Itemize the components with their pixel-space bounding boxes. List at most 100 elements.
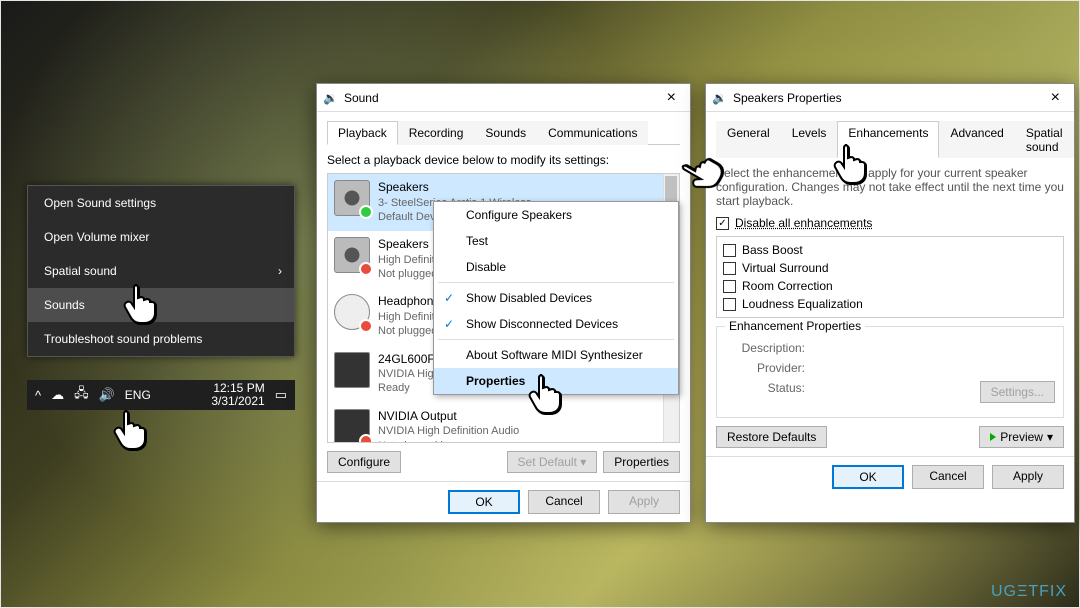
tab-playback[interactable]: Playback (327, 121, 398, 145)
device-sub: NVIDIA High Definition Audio (378, 424, 673, 438)
volume-icon[interactable]: 🔊 (99, 387, 115, 403)
titlebar: 🔉 Speakers Properties × (706, 84, 1074, 112)
disable-all-row[interactable]: ✓ Disable all enhancements (716, 214, 1064, 232)
apply-button[interactable]: Apply (608, 490, 680, 514)
menu-item-open-sound-settings[interactable]: Open Sound settings (28, 186, 294, 220)
tab-levels[interactable]: Levels (781, 121, 838, 158)
chevron-right-icon: › (278, 264, 282, 278)
enh-loudness-eq[interactable]: Loudness Equalization (723, 295, 1057, 313)
provider-label: Provider: (725, 361, 805, 375)
tab-advanced[interactable]: Advanced (939, 121, 1014, 158)
checkbox-icon[interactable]: ✓ (716, 217, 729, 230)
properties-button[interactable]: Properties (603, 451, 680, 473)
enh-label: Bass Boost (742, 243, 803, 257)
properties-tabs: General Levels Enhancements Advanced Spa… (716, 120, 1064, 158)
speaker-icon (334, 180, 370, 216)
close-button[interactable]: × (1043, 89, 1068, 107)
apply-button[interactable]: Apply (992, 465, 1064, 489)
tab-general[interactable]: General (716, 121, 781, 158)
menu-label: Troubleshoot sound problems (44, 332, 202, 346)
settings-button[interactable]: Settings... (980, 381, 1055, 403)
configure-button[interactable]: Configure (327, 451, 401, 473)
playback-instruction: Select a playback device below to modify… (327, 153, 680, 167)
menu-item-open-volume-mixer[interactable]: Open Volume mixer (28, 220, 294, 254)
notifications-icon[interactable]: ▭ (275, 387, 287, 403)
cancel-button[interactable]: Cancel (528, 490, 600, 514)
menu-item-sounds[interactable]: Sounds (28, 288, 294, 322)
speaker-icon (334, 237, 370, 273)
ctx-show-disabled[interactable]: ✓ Show Disabled Devices (434, 285, 678, 311)
status-label: Status: (725, 381, 805, 403)
restore-defaults-button[interactable]: Restore Defaults (716, 426, 827, 448)
checkbox-icon[interactable] (723, 262, 736, 275)
error-badge-icon (359, 319, 373, 333)
window-title: Speakers Properties (733, 91, 1037, 105)
tab-spatial-sound[interactable]: Spatial sound (1015, 121, 1074, 158)
ctx-configure-speakers[interactable]: Configure Speakers (434, 202, 678, 228)
sound-tabs: Playback Recording Sounds Communications (327, 120, 680, 145)
headphones-icon (334, 294, 370, 330)
menu-label: Spatial sound (44, 264, 117, 278)
ok-button[interactable]: OK (448, 490, 520, 514)
enh-room-correction[interactable]: Room Correction (723, 277, 1057, 295)
enhancement-list: Bass Boost Virtual Surround Room Correct… (716, 236, 1064, 318)
speaker-icon: 🔉 (712, 91, 727, 105)
speakers-properties-dialog: 🔉 Speakers Properties × General Levels E… (705, 83, 1075, 523)
checkbox-icon[interactable] (723, 298, 736, 311)
tab-sounds[interactable]: Sounds (474, 121, 537, 145)
ctx-test[interactable]: Test (434, 228, 678, 254)
onedrive-icon[interactable]: ☁ (51, 387, 64, 403)
checkbox-icon[interactable] (723, 280, 736, 293)
ctx-label: Show Disconnected Devices (466, 317, 618, 331)
window-title: Sound (344, 91, 653, 105)
device-context-menu: Configure Speakers Test Disable ✓Show Di… (433, 201, 679, 395)
play-icon (990, 433, 996, 441)
watermark: UGΞTFIX (991, 583, 1067, 601)
enh-bass-boost[interactable]: Bass Boost (723, 241, 1057, 259)
enhancements-intro: Select the enhancements to apply for you… (716, 166, 1064, 208)
menu-label: Open Sound settings (44, 196, 156, 210)
cancel-button[interactable]: Cancel (912, 465, 984, 489)
close-button[interactable]: × (659, 89, 684, 107)
tab-communications[interactable]: Communications (537, 121, 648, 145)
ctx-disable[interactable]: Disable (434, 254, 678, 280)
preview-label: Preview (1000, 430, 1043, 444)
checkbox-icon[interactable] (723, 244, 736, 257)
menu-label: Open Volume mixer (44, 230, 149, 244)
ctx-properties[interactable]: Properties (434, 368, 678, 394)
check-icon: ✓ (444, 291, 454, 305)
device-row[interactable]: NVIDIA Output NVIDIA High Definition Aud… (328, 403, 679, 443)
tab-recording[interactable]: Recording (398, 121, 475, 145)
group-legend: Enhancement Properties (725, 319, 865, 333)
separator (438, 282, 674, 283)
tab-enhancements[interactable]: Enhancements (837, 121, 939, 158)
titlebar: 🔉 Sound × (317, 84, 690, 112)
menu-item-spatial-sound[interactable]: Spatial sound › (28, 254, 294, 288)
taskbar-clock[interactable]: 12:15 PM 3/31/2021 (211, 382, 264, 408)
ctx-label: Properties (466, 374, 525, 388)
device-status: Not plugged in (378, 439, 673, 443)
set-default-button[interactable]: Set Default ▾ (507, 451, 598, 473)
sound-tray-context-menu: Open Sound settings Open Volume mixer Sp… (27, 185, 295, 357)
ctx-label: Show Disabled Devices (466, 291, 592, 305)
ctx-about-midi[interactable]: About Software MIDI Synthesizer (434, 342, 678, 368)
clock-date: 3/31/2021 (211, 395, 264, 408)
menu-label: Sounds (44, 298, 85, 312)
chevron-up-icon[interactable]: ^ (35, 388, 41, 403)
enh-virtual-surround[interactable]: Virtual Surround (723, 259, 1057, 277)
network-icon[interactable]: 🖧 (74, 384, 89, 406)
ctx-show-disconnected[interactable]: ✓Show Disconnected Devices (434, 311, 678, 337)
device-name: Speakers (378, 180, 673, 196)
check-badge-icon (359, 205, 373, 219)
preview-button[interactable]: Preview ▾ (979, 426, 1064, 448)
device-text: NVIDIA Output NVIDIA High Definition Aud… (378, 409, 673, 443)
monitor-icon (334, 409, 370, 443)
language-indicator[interactable]: ENG (125, 388, 151, 402)
error-badge-icon (359, 434, 373, 443)
device-name: NVIDIA Output (378, 409, 673, 425)
menu-item-troubleshoot[interactable]: Troubleshoot sound problems (28, 322, 294, 356)
ok-button[interactable]: OK (832, 465, 904, 489)
enh-label: Loudness Equalization (742, 297, 863, 311)
chevron-down-icon: ▾ (1047, 430, 1053, 444)
separator (438, 339, 674, 340)
